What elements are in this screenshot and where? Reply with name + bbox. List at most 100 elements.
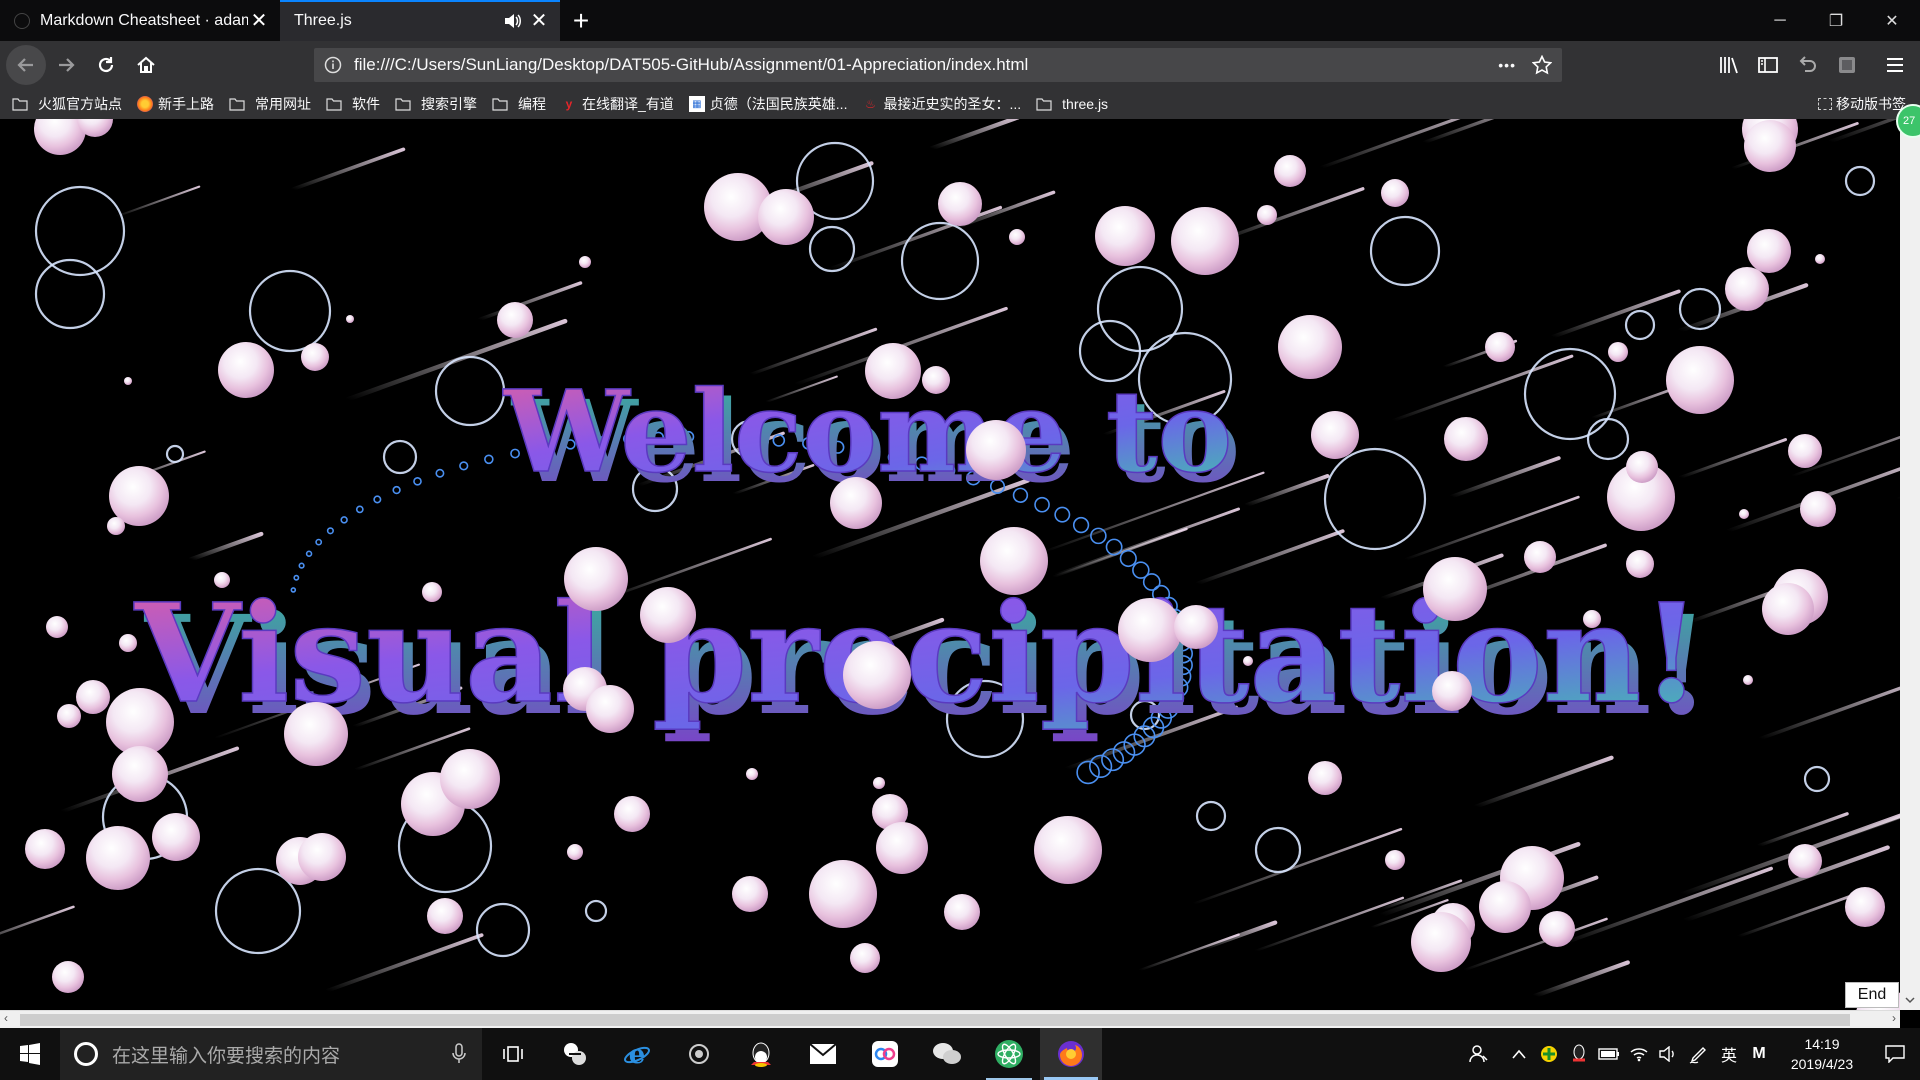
webcam-app-icon[interactable] — [668, 1028, 730, 1080]
bubble-particle — [124, 377, 132, 385]
bookmark-item[interactable]: 常用网址 — [229, 94, 311, 114]
home-button[interactable] — [126, 45, 166, 85]
weibo-icon: ♨ — [865, 97, 876, 111]
info-icon[interactable] — [324, 56, 342, 74]
forward-button[interactable] — [46, 45, 86, 85]
volume-icon[interactable] — [1654, 1028, 1684, 1080]
undo-icon[interactable] — [1790, 48, 1824, 82]
ring-particle — [1254, 826, 1302, 874]
scrollbar-thumb[interactable] — [20, 1014, 1850, 1026]
battery-icon[interactable] — [1594, 1028, 1624, 1080]
spiral-dot — [315, 538, 323, 546]
reload-button[interactable] — [86, 45, 126, 85]
qq-tray-icon[interactable] — [1564, 1028, 1594, 1080]
bubble-particle — [1171, 207, 1239, 275]
windows-taskbar: 在这里输入你要搜索的内容 e 英 M 14:19 2019/4/23 — [0, 1028, 1920, 1080]
vertical-scrollbar[interactable] — [1900, 119, 1920, 1010]
rain-streak — [1835, 815, 1900, 842]
tab-threejs[interactable]: Three.js ✕ — [280, 0, 560, 41]
bubble-particle — [564, 547, 628, 611]
bubble-particle — [1608, 342, 1628, 362]
start-button[interactable] — [0, 1028, 60, 1080]
close-window-icon[interactable]: ✕ — [1864, 0, 1920, 41]
horizontal-scrollbar[interactable]: ‹ › — [0, 1010, 1900, 1028]
url-bar[interactable]: file:///C:/Users/SunLiang/Desktop/DAT505… — [314, 48, 1562, 82]
cortana-icon[interactable] — [74, 1042, 98, 1066]
qq-icon[interactable] — [730, 1028, 792, 1080]
url-text[interactable]: file:///C:/Users/SunLiang/Desktop/DAT505… — [354, 55, 1498, 75]
star-icon[interactable] — [1532, 55, 1552, 75]
people-icon[interactable] — [1464, 1028, 1494, 1080]
task-view-icon[interactable] — [482, 1028, 544, 1080]
app-s-icon[interactable] — [544, 1028, 606, 1080]
threejs-canvas[interactable]: Welcome to Welcome to Visual precipitati… — [0, 119, 1900, 1010]
taskbar-search[interactable]: 在这里输入你要搜索的内容 — [60, 1028, 482, 1080]
bubble-particle — [119, 634, 137, 652]
mail-icon[interactable] — [792, 1028, 854, 1080]
bookmark-item[interactable]: 搜索引擎 — [395, 94, 477, 114]
ime-language[interactable]: 英 — [1714, 1028, 1744, 1080]
chevron-up-icon[interactable] — [1504, 1028, 1534, 1080]
bookmark-item[interactable]: ▦ 贞德（法国民族英雄... — [688, 94, 847, 114]
bubble-particle — [1539, 911, 1575, 947]
bookmark-label: 搜索引擎 — [421, 96, 477, 112]
bubble-particle — [152, 813, 200, 861]
minimize-icon[interactable]: ─ — [1752, 0, 1808, 41]
ime-mode[interactable]: M — [1744, 1028, 1774, 1080]
bubble-particle — [422, 582, 442, 602]
bookmark-item[interactable]: three.js — [1036, 96, 1108, 112]
spiral-dot — [305, 550, 313, 558]
arrow-left-icon — [17, 58, 33, 72]
bubble-particle — [107, 517, 125, 535]
home-icon — [137, 56, 155, 73]
scroll-right-icon[interactable]: › — [1892, 1011, 1896, 1025]
firefox-taskbar-icon[interactable] — [1040, 1028, 1102, 1080]
folder-dotted-icon — [1818, 98, 1832, 110]
bubble-particle — [1666, 346, 1734, 414]
bookmark-item[interactable]: y 在线翻译_有道 — [561, 94, 674, 114]
restore-icon[interactable]: ❐ — [1808, 0, 1864, 41]
baidu-netdisk-icon[interactable] — [854, 1028, 916, 1080]
page-actions-icon[interactable]: ••• — [1498, 57, 1516, 73]
action-center-icon[interactable] — [1870, 1028, 1920, 1080]
bookmark-item[interactable]: 火狐官方站点 — [12, 94, 122, 114]
tab-markdown-cheatsheet[interactable]: Markdown Cheatsheet · adam- ✕ — [0, 0, 280, 41]
sidebar-icon[interactable] — [1751, 48, 1785, 82]
page-viewport[interactable]: Welcome to Welcome to Visual precipitati… — [0, 119, 1900, 1010]
bookmark-item[interactable]: 软件 — [326, 94, 380, 114]
bubble-particle — [944, 894, 980, 930]
bookmark-item[interactable]: 编程 — [492, 94, 546, 114]
internet-explorer-icon[interactable]: e — [606, 1028, 668, 1080]
scroll-left-icon[interactable]: ‹ — [4, 1011, 8, 1025]
wifi-icon[interactable] — [1624, 1028, 1654, 1080]
speaker-icon[interactable] — [502, 10, 524, 32]
menu-icon[interactable] — [1878, 48, 1912, 82]
wechat-icon[interactable] — [916, 1028, 978, 1080]
atom-icon[interactable] — [978, 1028, 1040, 1080]
svg-text:e: e — [629, 1040, 646, 1068]
bubble-particle — [1747, 229, 1791, 273]
extension-icon[interactable] — [1830, 48, 1864, 82]
windows-icon — [20, 1043, 40, 1065]
rain-streak — [1758, 686, 1900, 741]
microphone-icon[interactable] — [452, 1043, 466, 1065]
bubble-particle — [586, 685, 634, 733]
bookmark-item[interactable]: ♨ 最接近史实的圣女：... — [862, 94, 1021, 114]
security-shield-icon[interactable] — [1534, 1028, 1564, 1080]
back-button[interactable] — [6, 45, 46, 85]
spiral-dot — [298, 562, 305, 569]
close-icon[interactable]: ✕ — [248, 10, 270, 32]
bookmark-item[interactable]: 新手上路 — [137, 94, 214, 114]
ring-particle — [248, 269, 332, 353]
spiral-dot — [1088, 754, 1113, 779]
bubble-particle — [567, 844, 583, 860]
mobile-bookmarks[interactable]: 移动版书签 — [1818, 89, 1906, 119]
bookmark-label: 火狐官方站点 — [38, 96, 122, 112]
library-icon[interactable] — [1712, 48, 1746, 82]
close-icon[interactable]: ✕ — [528, 10, 550, 32]
folder-icon — [395, 97, 416, 111]
bubble-particle — [614, 796, 650, 832]
new-tab-button[interactable]: + — [560, 0, 602, 41]
pen-icon[interactable] — [1684, 1028, 1714, 1080]
clock[interactable]: 14:19 2019/4/23 — [1774, 1034, 1870, 1074]
